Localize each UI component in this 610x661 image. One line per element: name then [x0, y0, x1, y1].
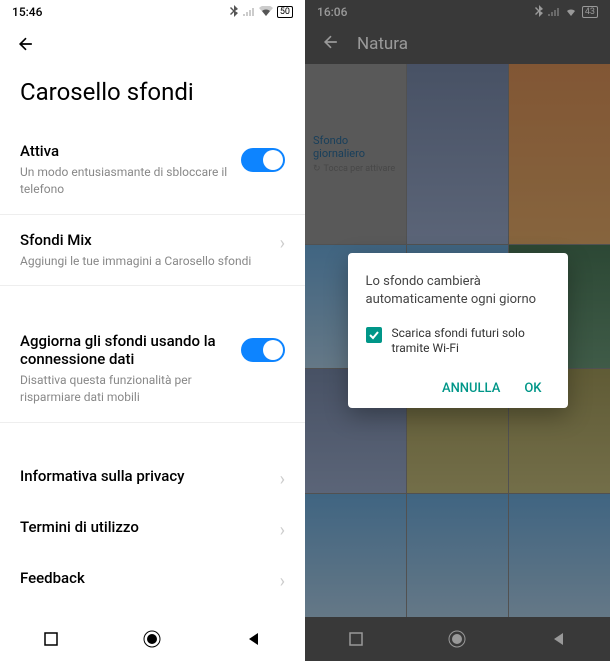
setting-subtitle: Un modo entusiasmante di sbloccare il te… [20, 164, 229, 198]
link-terms[interactable]: Termini di utilizzo › [0, 504, 305, 555]
check-icon [368, 329, 380, 341]
status-indicators: 50 [229, 5, 293, 20]
setting-title: Attiva [20, 142, 229, 160]
setting-activate[interactable]: Attiva Un modo entusiasmante di sbloccar… [0, 126, 305, 215]
settings-screen: 15:46 50 Carosello sfondi Attiva Un modo… [0, 0, 305, 661]
setting-title: Aggiorna gli sfondi usando la connession… [20, 332, 229, 368]
chevron-right-icon: › [280, 571, 285, 592]
setting-subtitle: Aggiungi le tue immagini a Carosello sfo… [20, 253, 268, 270]
dialog-message: Lo sfondo cambierà automaticamente ogni … [366, 273, 550, 309]
link-label: Feedback [20, 569, 85, 587]
wifi-only-option[interactable]: Scarica sfondi futuri solo tramite Wi-Fi [366, 326, 550, 357]
link-privacy[interactable]: Informativa sulla privacy › [0, 453, 305, 504]
battery-icon: 50 [277, 6, 293, 18]
setting-data[interactable]: Aggiorna gli sfondi usando la connession… [0, 316, 305, 423]
dialog-actions: ANNULLA OK [366, 377, 550, 400]
nav-bar [0, 617, 305, 661]
status-time: 15:46 [12, 5, 42, 19]
nav-home[interactable] [142, 629, 162, 649]
dialog-overlay[interactable]: Lo sfondo cambierà automaticamente ogni … [305, 0, 610, 661]
bluetooth-icon [229, 5, 239, 20]
back-button[interactable] [0, 24, 305, 68]
checkbox-checked[interactable] [366, 327, 382, 343]
cancel-button[interactable]: ANNULLA [442, 381, 500, 396]
setting-mix[interactable]: Sfondi Mix Aggiungi le tue immagini a Ca… [0, 215, 305, 287]
signal-icon [243, 5, 255, 19]
wallpaper-screen: 16:06 43 Natura Sfondo giornaliero ↻ Toc… [305, 0, 610, 661]
setting-subtitle: Disattiva questa funzionalità per rispar… [20, 372, 229, 406]
chevron-right-icon: › [280, 520, 285, 541]
nav-recent[interactable] [41, 629, 61, 649]
activate-toggle[interactable] [241, 148, 285, 172]
chevron-right-icon: › [280, 233, 285, 254]
page-title: Carosello sfondi [0, 68, 305, 126]
ok-button[interactable]: OK [524, 381, 541, 396]
nav-back[interactable] [244, 629, 264, 649]
link-label: Informativa sulla privacy [20, 467, 185, 485]
checkbox-label: Scarica sfondi futuri solo tramite Wi-Fi [392, 326, 550, 357]
link-label: Termini di utilizzo [20, 518, 139, 536]
link-feedback[interactable]: Feedback › [0, 555, 305, 606]
status-bar: 15:46 50 [0, 0, 305, 24]
arrow-left-icon [16, 34, 36, 54]
confirm-dialog: Lo sfondo cambierà automaticamente ogni … [348, 253, 568, 408]
setting-title: Sfondi Mix [20, 231, 268, 249]
chevron-right-icon: › [280, 469, 285, 490]
data-toggle[interactable] [241, 338, 285, 362]
wifi-icon [259, 5, 273, 19]
